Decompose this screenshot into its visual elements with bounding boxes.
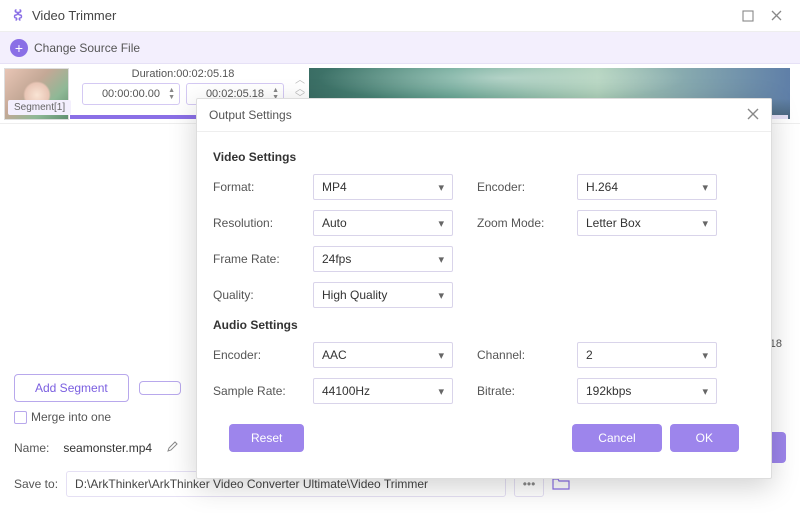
encoder-label: Encoder: <box>477 180 577 194</box>
edit-name-icon[interactable] <box>166 440 179 456</box>
secondary-button[interactable] <box>139 381 181 395</box>
quality-select[interactable]: High Quality <box>313 282 453 308</box>
segment-label: Segment[1] <box>8 100 71 115</box>
format-label: Format: <box>213 180 313 194</box>
format-select[interactable]: MP4 <box>313 174 453 200</box>
frame-rate-select[interactable]: 24fps <box>313 246 453 272</box>
spinner-icon[interactable]: ▲▼ <box>168 87 175 101</box>
zoom-mode-label: Zoom Mode: <box>477 216 577 230</box>
modal-header: Output Settings <box>197 99 771 132</box>
start-time-input[interactable]: 00:00:00.00 ▲▼ <box>82 83 180 105</box>
bitrate-label: Bitrate: <box>477 384 577 398</box>
audio-encoder-label: Encoder: <box>213 348 313 362</box>
sample-rate-label: Sample Rate: <box>213 384 313 398</box>
window-title: Video Trimmer <box>32 8 116 23</box>
frame-rate-value: 24fps <box>322 252 351 266</box>
channel-value: 2 <box>586 348 593 362</box>
modal-title: Output Settings <box>209 108 292 122</box>
output-settings-modal: Output Settings Video Settings Format: M… <box>196 98 772 479</box>
video-encoder-select[interactable]: H.264 <box>577 174 717 200</box>
window-close-button[interactable] <box>762 4 790 28</box>
app-logo-icon <box>10 8 26 24</box>
audio-encoder-value: AAC <box>322 348 347 362</box>
video-settings-heading: Video Settings <box>213 150 755 164</box>
toolbar: + Change Source File <box>0 32 800 64</box>
resolution-select[interactable]: Auto <box>313 210 453 236</box>
merge-label: Merge into one <box>31 410 111 424</box>
frame-rate-label: Frame Rate: <box>213 252 313 266</box>
reset-button[interactable]: Reset <box>229 424 304 452</box>
sample-rate-select[interactable]: 44100Hz <box>313 378 453 404</box>
sample-rate-value: 44100Hz <box>322 384 370 398</box>
name-label: Name: <box>14 441 49 455</box>
add-segment-button[interactable]: Add Segment <box>14 374 129 402</box>
start-time-value: 00:00:00.00 <box>102 88 160 100</box>
channel-select[interactable]: 2 <box>577 342 717 368</box>
window-minimize-button[interactable] <box>734 4 762 28</box>
change-source-button[interactable]: Change Source File <box>34 41 140 55</box>
audio-encoder-select[interactable]: AAC <box>313 342 453 368</box>
cancel-button[interactable]: Cancel <box>572 424 661 452</box>
resolution-label: Resolution: <box>213 216 313 230</box>
ok-button[interactable]: OK <box>670 424 739 452</box>
checkbox-icon <box>14 411 27 424</box>
titlebar: Video Trimmer <box>0 0 800 32</box>
encoder-value: H.264 <box>586 180 618 194</box>
zoom-mode-select[interactable]: Letter Box <box>577 210 717 236</box>
save-to-label: Save to: <box>14 477 58 491</box>
modal-close-icon[interactable] <box>747 107 759 123</box>
modal-footer: Reset Cancel OK <box>213 414 755 466</box>
audio-settings-heading: Audio Settings <box>213 318 755 332</box>
bitrate-select[interactable]: 192kbps <box>577 378 717 404</box>
resolution-value: Auto <box>322 216 347 230</box>
zoom-mode-value: Letter Box <box>586 216 641 230</box>
name-value: seamonster.mp4 <box>63 441 152 455</box>
bitrate-value: 192kbps <box>586 384 631 398</box>
merge-checkbox[interactable]: Merge into one <box>14 410 111 424</box>
quality-value: High Quality <box>322 288 387 302</box>
modal-body: Video Settings Format: MP4 Encoder: H.26… <box>197 132 771 478</box>
duration-label: Duration:00:02:05.18 <box>132 68 235 80</box>
channel-label: Channel: <box>477 348 577 362</box>
quality-label: Quality: <box>213 288 313 302</box>
plus-icon[interactable]: + <box>10 39 28 57</box>
format-value: MP4 <box>322 180 347 194</box>
